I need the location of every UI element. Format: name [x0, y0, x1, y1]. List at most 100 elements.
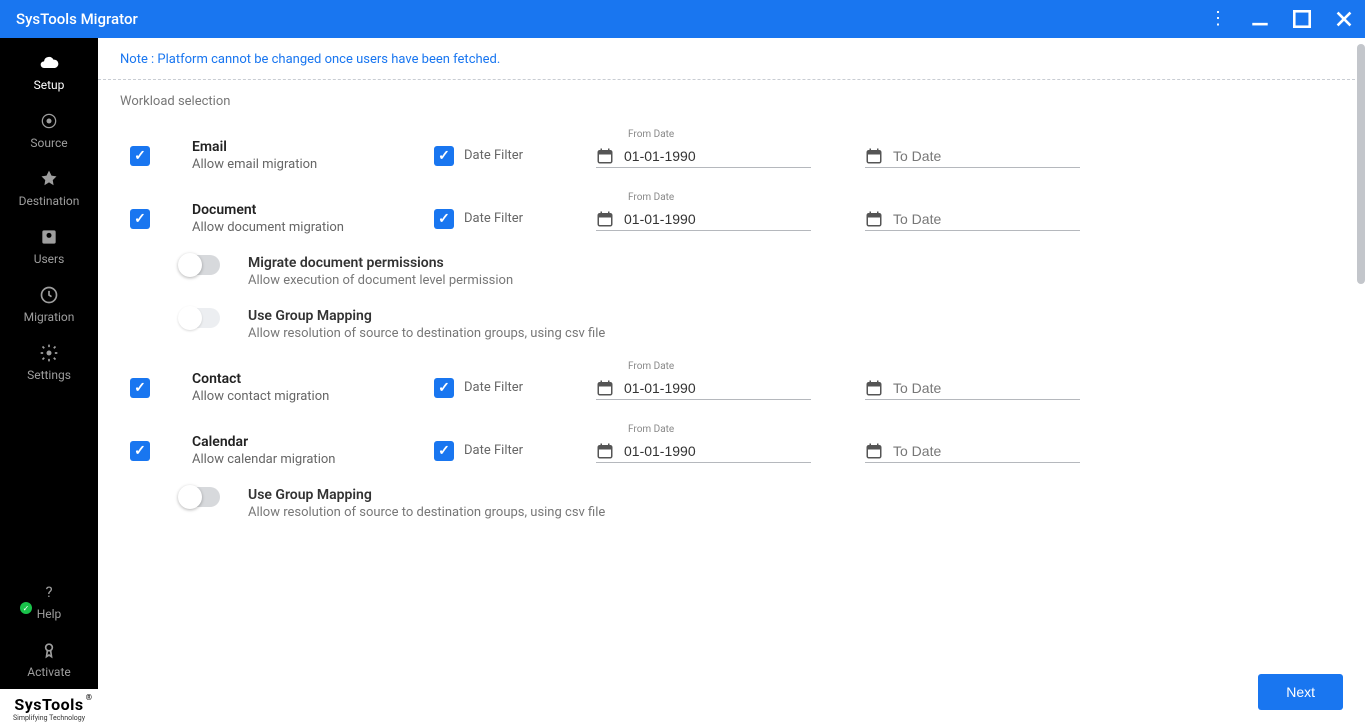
migrate-document-permissions-toggle[interactable] [180, 255, 220, 275]
from-date-label: From Date [628, 424, 674, 435]
calendar-checkbox[interactable] [130, 441, 150, 461]
document-date-filter-checkbox[interactable] [434, 209, 454, 229]
contact-to-date-input[interactable] [893, 380, 1080, 396]
activate-icon [38, 639, 60, 661]
migration-icon [38, 284, 60, 306]
sidebar-item-label: Destination [19, 194, 80, 208]
document-use-group-mapping-toggle [180, 308, 220, 328]
sidebar-item-label: Setup [34, 78, 65, 92]
document-from-date-input[interactable] [624, 211, 811, 227]
close-button[interactable] [1335, 10, 1353, 28]
workload-row-calendar: Calendar Allow calendar migration Date F… [120, 414, 1343, 477]
calendar-use-group-mapping-option: Use Group Mapping Allow resolution of so… [120, 477, 1343, 530]
maximize-button[interactable] [1293, 10, 1311, 28]
sidebar-item-activate[interactable]: Activate [0, 631, 98, 689]
sidebar-item-help[interactable]: ? Help [0, 573, 98, 631]
migrate-document-permissions-option: Migrate document permissions Allow execu… [120, 245, 1343, 298]
calendar-icon[interactable] [865, 210, 883, 228]
sub-option-title: Use Group Mapping [248, 487, 605, 503]
sidebar-item-users[interactable]: Users [0, 218, 98, 276]
sub-option-title: Migrate document permissions [248, 255, 513, 271]
workload-row-contact: Contact Allow contact migration Date Fil… [120, 351, 1343, 414]
brand-name: SysTools [4, 695, 94, 714]
calendar-icon[interactable] [865, 442, 883, 460]
calendar-to-date-input[interactable] [893, 443, 1080, 459]
workload-section-label: Workload selection [98, 80, 1365, 109]
cloud-icon [38, 52, 60, 74]
calendar-from-date-input[interactable] [624, 443, 811, 459]
calendar-title: Calendar [192, 434, 402, 450]
calendar-icon[interactable] [596, 147, 614, 165]
from-date-label: From Date [628, 361, 674, 372]
brand-reg-mark: ® [86, 693, 92, 702]
workload-row-document: Document Allow document migration Date F… [120, 182, 1343, 245]
more-options-icon[interactable] [1209, 10, 1227, 28]
sidebar-item-settings[interactable]: Settings [0, 334, 98, 392]
footer: Next [98, 658, 1365, 726]
calendar-icon[interactable] [596, 210, 614, 228]
date-filter-label: Date Filter [464, 380, 523, 395]
note-bar: Note : Platform cannot be changed once u… [98, 38, 1365, 80]
help-icon: ? [38, 581, 60, 603]
calendar-icon[interactable] [596, 379, 614, 397]
users-icon [38, 226, 60, 248]
app-title: SysTools Migrator [16, 10, 138, 28]
workload-list: Email Allow email migration Date Filter … [98, 109, 1365, 530]
minimize-button[interactable] [1251, 10, 1269, 28]
email-date-filter-checkbox[interactable] [434, 146, 454, 166]
calendar-date-filter-checkbox[interactable] [434, 441, 454, 461]
calendar-use-group-mapping-toggle[interactable] [180, 487, 220, 507]
scrollbar-thumb[interactable] [1357, 44, 1365, 284]
sub-option-desc: Allow execution of document level permis… [248, 273, 513, 288]
main-content: Note : Platform cannot be changed once u… [98, 38, 1365, 726]
sidebar-item-label: Users [34, 252, 65, 266]
sidebar-item-label: Help [37, 607, 62, 621]
calendar-icon[interactable] [865, 379, 883, 397]
gear-icon [38, 342, 60, 364]
sidebar-item-setup[interactable]: Setup [0, 44, 98, 102]
contact-from-date-input[interactable] [624, 380, 811, 396]
calendar-icon[interactable] [865, 147, 883, 165]
from-date-label: From Date [628, 192, 674, 203]
sidebar-item-destination[interactable]: Destination [0, 160, 98, 218]
document-use-group-mapping-option: Use Group Mapping Allow resolution of so… [120, 298, 1343, 351]
date-filter-label: Date Filter [464, 211, 523, 226]
sidebar-item-label: Activate [27, 665, 71, 679]
contact-date-filter-checkbox[interactable] [434, 378, 454, 398]
email-to-date-input[interactable] [893, 148, 1080, 164]
date-filter-label: Date Filter [464, 443, 523, 458]
email-subtitle: Allow email migration [192, 157, 402, 172]
sidebar-item-migration[interactable]: Migration [0, 276, 98, 334]
document-checkbox[interactable] [130, 209, 150, 229]
email-title: Email [192, 139, 402, 155]
email-checkbox[interactable] [130, 146, 150, 166]
sidebar: Setup Source Destination Users Migration [0, 38, 98, 726]
sidebar-item-label: Migration [24, 310, 75, 324]
document-to-date-input[interactable] [893, 211, 1080, 227]
contact-checkbox[interactable] [130, 378, 150, 398]
date-filter-label: Date Filter [464, 148, 523, 163]
titlebar: SysTools Migrator [0, 0, 1365, 38]
brand-tagline: Simplifying Technology [4, 714, 94, 722]
sub-option-desc: Allow resolution of source to destinatio… [248, 505, 605, 520]
contact-subtitle: Allow contact migration [192, 389, 402, 404]
contact-title: Contact [192, 371, 402, 387]
next-button[interactable]: Next [1258, 674, 1343, 710]
email-from-date-input[interactable] [624, 148, 811, 164]
calendar-subtitle: Allow calendar migration [192, 452, 402, 467]
sub-option-title: Use Group Mapping [248, 308, 605, 324]
sidebar-item-label: Source [30, 136, 67, 150]
brand-box: ® SysTools Simplifying Technology [0, 689, 98, 726]
scrollbar[interactable] [1357, 38, 1365, 726]
window-controls [1209, 10, 1353, 28]
from-date-label: From Date [628, 129, 674, 140]
document-title: Document [192, 202, 402, 218]
sidebar-item-label: Settings [27, 368, 71, 382]
destination-icon [38, 168, 60, 190]
sub-option-desc: Allow resolution of source to destinatio… [248, 326, 605, 341]
sidebar-item-source[interactable]: Source [0, 102, 98, 160]
calendar-icon[interactable] [596, 442, 614, 460]
source-icon [38, 110, 60, 132]
svg-text:?: ? [45, 583, 52, 601]
document-subtitle: Allow document migration [192, 220, 402, 235]
